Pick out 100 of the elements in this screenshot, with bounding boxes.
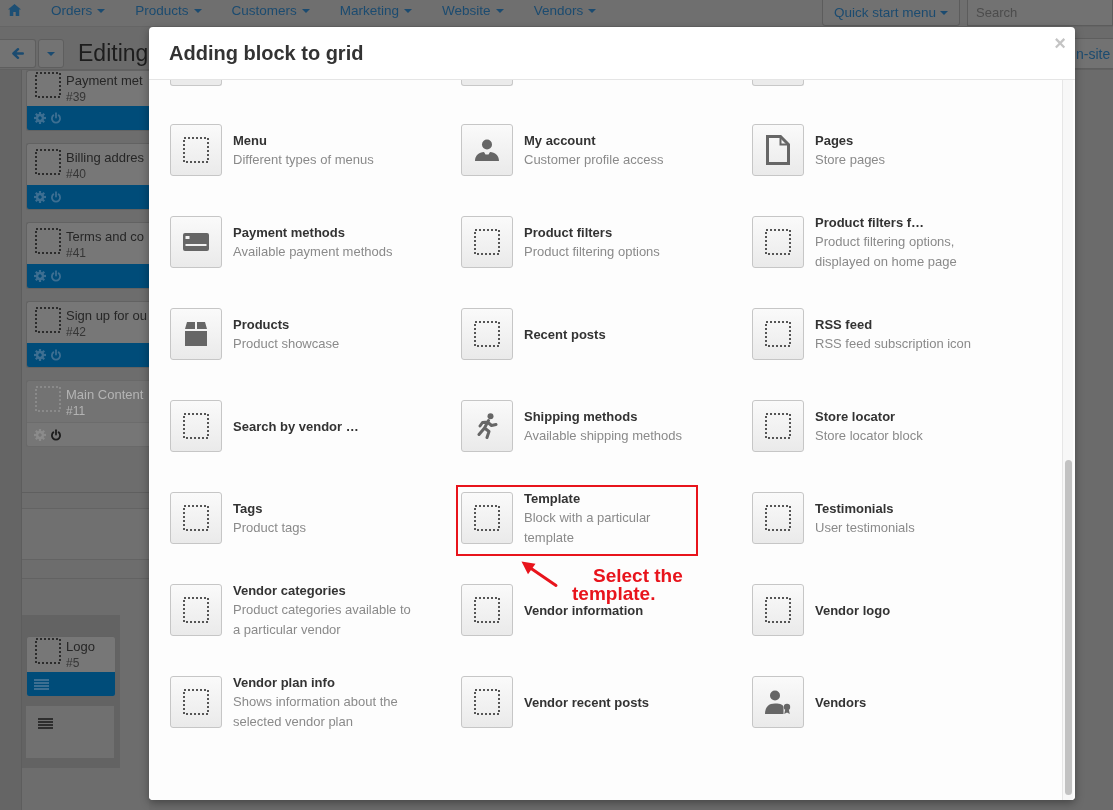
block-description: Available shipping methods [524,426,683,445]
credit-card-icon [183,233,209,251]
block-description: RSS feed subscription icon [815,334,972,353]
block-description: Product showcase [233,334,340,353]
dotted-square-icon [765,597,791,623]
block-tile[interactable] [461,584,513,636]
nav-menu-link[interactable]: Products [120,0,217,21]
caret-icon [495,8,504,13]
caret-icon [940,10,948,15]
caret-icon [588,8,597,13]
nav-menu-link[interactable]: Website [427,0,519,21]
block-description: Product tags [233,518,306,537]
block-number: #40 [66,166,88,182]
block-tile[interactable] [752,584,804,636]
block-title: Products [233,315,291,334]
block-card[interactable]: Logo #5 [26,636,116,697]
block-title: Search by vendor … [233,417,359,436]
scrollbar-track[interactable] [1062,80,1073,800]
block-tile[interactable] [461,308,513,360]
block-description: Customer profile access [524,150,664,169]
quick-start-menu-button[interactable]: Quick start menu [822,0,960,26]
nav-menu-link[interactable]: Vendors [518,0,612,21]
dotted-square-icon [765,321,791,347]
caret-icon [47,51,55,56]
nav-menu-link[interactable]: Orders [36,0,121,21]
dotted-square-icon [474,597,500,623]
block-tile[interactable] [170,124,222,176]
block-tile[interactable] [752,400,804,452]
dotted-square-icon [183,413,209,439]
block-name: Billing addres [66,149,145,166]
block-tile[interactable] [170,216,222,268]
caret-icon [193,8,202,13]
block-title: My account [524,131,597,150]
block-tile[interactable] [752,216,804,268]
back-arrow-icon [11,48,24,59]
block-description: Product filtering options [524,242,660,261]
dotted-square-icon [183,689,209,715]
block-tile[interactable] [752,676,804,728]
block-number: #39 [66,89,88,105]
block-description: Product categories available to a particular vendor [233,600,412,639]
block-title: Recent posts [524,325,606,344]
block-name: Terms and co [66,228,145,245]
block-tile[interactable] [170,584,222,636]
block-description: User testimonials [815,518,915,537]
block-tile[interactable] [170,492,222,544]
block-card[interactable]: Main Content #11 [26,380,149,447]
dotted-square-icon [183,597,209,623]
nav-menu-link[interactable]: Customers [216,0,325,21]
block-description: Block with a particular template [524,508,652,547]
block-title: Pages [815,131,855,150]
annotation-text: Select the template. [572,567,684,603]
block-tile[interactable] [461,124,513,176]
list-icon[interactable] [38,718,53,729]
block-title: Vendor recent posts [524,693,649,712]
block-title: Payment methods [233,223,346,242]
block-name: Main Content [66,386,144,403]
block-description: Different types of menus [233,150,374,169]
block-tile[interactable] [752,124,804,176]
dotted-square-icon [474,689,500,715]
block-description: Shows information about the selected vendor plan [233,692,399,731]
dotted-square-icon [35,638,61,664]
block-number: #41 [66,245,88,261]
block-tile[interactable] [461,492,513,544]
scrollbar-thumb[interactable] [1065,460,1072,795]
dotted-square-icon [35,307,61,333]
dotted-square-icon [183,137,209,163]
block-tile[interactable] [170,80,222,86]
dotted-square-icon [35,72,61,98]
close-button[interactable]: × [1054,35,1066,52]
block-tile[interactable] [461,80,513,86]
block-tile[interactable] [170,676,222,728]
block-name: Sign up for ou [66,307,147,324]
dotted-square-icon [35,228,61,254]
block-tile[interactable] [752,80,804,86]
dotted-square-icon [474,229,500,255]
block-title: RSS feed [815,315,874,334]
block-tile[interactable] [461,676,513,728]
block-title: Product filters [524,223,614,242]
caret-icon [301,8,310,13]
power-icon[interactable] [50,428,62,441]
dialog-title: Adding block to grid [169,41,365,66]
block-name: Payment met [66,72,143,89]
block-tile[interactable] [461,216,513,268]
block-tile[interactable] [461,400,513,452]
dotted-square-icon [474,505,500,531]
block-title: Shipping methods [524,407,639,426]
block-title: Product filters f… [815,213,926,232]
person-badge-icon [765,690,791,714]
box-icon [184,322,208,346]
block-tile[interactable] [752,308,804,360]
block-title: Tags [233,499,264,518]
nav-menu-link[interactable]: Marketing [324,0,428,21]
block-tile[interactable] [170,400,222,452]
toolbar-button[interactable]: n-site [1075,38,1113,69]
caret-icon [404,8,413,13]
running-person-icon [475,413,499,439]
dotted-square-icon [765,229,791,255]
user-icon [475,139,499,161]
block-tile[interactable] [170,308,222,360]
block-tile[interactable] [752,492,804,544]
